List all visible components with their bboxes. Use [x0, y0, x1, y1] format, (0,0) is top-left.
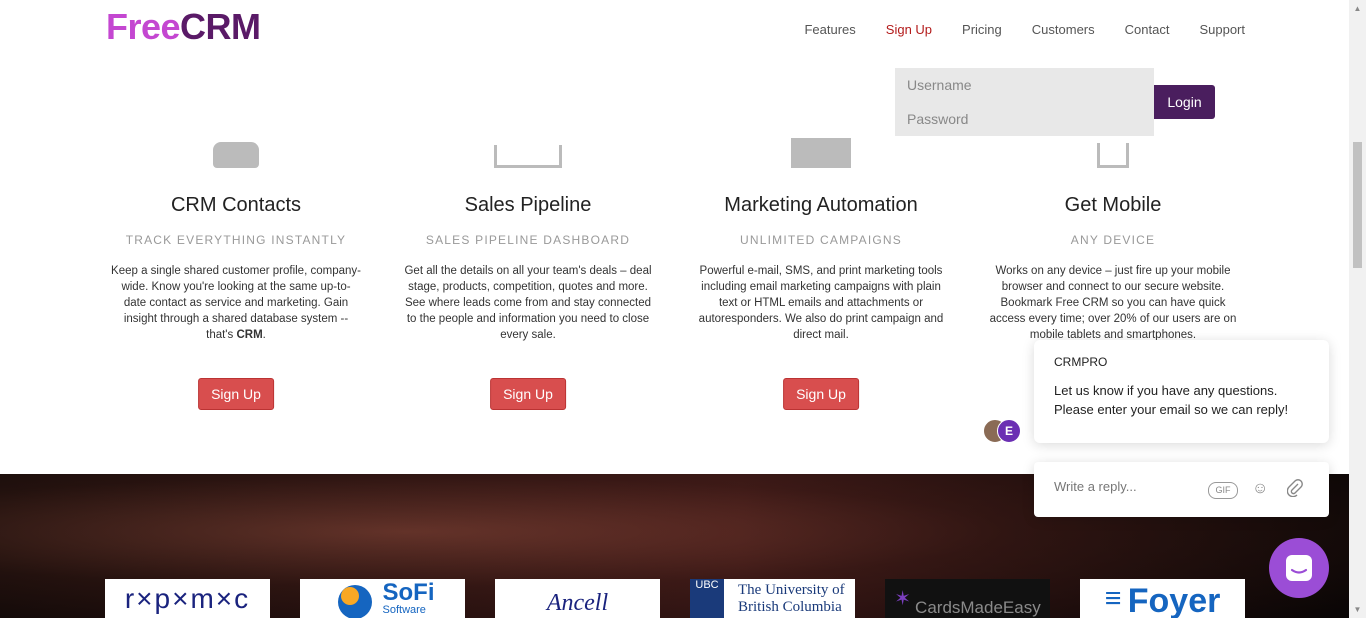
customer-logo-cardsmadeeasy: ✶ CardsMadeEasy: [885, 579, 1050, 618]
emoji-icon[interactable]: ☺: [1252, 480, 1268, 498]
contacts-icon: [111, 130, 361, 168]
chat-icon: [1286, 555, 1312, 581]
feature-subtitle: ANY DEVICE: [1070, 233, 1156, 247]
nav-contact[interactable]: Contact: [1125, 22, 1170, 37]
nav-customers[interactable]: Customers: [1032, 22, 1095, 37]
customer-logo-ubc: UBC The University of British Columbia: [690, 579, 855, 618]
scrollbar-thumb[interactable]: [1353, 142, 1362, 268]
nav-pricing[interactable]: Pricing: [962, 22, 1002, 37]
feature-title: CRM Contacts: [170, 194, 302, 216]
sofi-globe-icon: [337, 584, 372, 618]
logo-free: Free: [106, 6, 181, 47]
feature-subtitle: TRACK EVERYTHING INSTANTLY: [125, 233, 347, 247]
freecrm-logo[interactable]: FreeCRM: [106, 6, 261, 48]
chat-sender: CRMPRO: [1054, 355, 1108, 369]
feature-sales-pipeline: Sales Pipeline SALES PIPELINE DASHBOARD …: [403, 130, 653, 410]
pipeline-icon: [403, 130, 653, 168]
feature-description: Keep a single shared customer profile, c…: [111, 265, 361, 341]
sign-up-button[interactable]: Sign Up: [783, 378, 859, 410]
feature-get-mobile: Get Mobile ANY DEVICE Works on any devic…: [988, 130, 1238, 343]
gif-button[interactable]: GIF: [1208, 482, 1238, 499]
feature-subtitle: SALES PIPELINE DASHBOARD: [425, 233, 631, 247]
feature-description: Works on any device – just fire up your …: [989, 265, 1237, 341]
customer-logo-ancell: Ancell: [495, 579, 660, 618]
customer-logo-rpmc: r×p×m×c: [105, 579, 270, 618]
feature-title: Sales Pipeline: [464, 194, 592, 216]
login-form: [895, 68, 1154, 136]
logo-crm: CRM: [180, 6, 261, 47]
scroll-up-icon[interactable]: ▲: [1349, 0, 1366, 17]
avatar: E: [997, 419, 1021, 443]
nav-support[interactable]: Support: [1199, 22, 1245, 37]
feature-title: Marketing Automation: [724, 194, 918, 216]
customer-logo-sofi: SoFi Software: [300, 579, 465, 618]
chat-message: Let us know if you have any questions. P…: [1054, 383, 1289, 417]
page-scrollbar[interactable]: ▲ ▼: [1349, 0, 1366, 618]
sign-up-button[interactable]: Sign Up: [490, 378, 566, 410]
feature-title: Get Mobile: [1064, 194, 1162, 216]
login-button[interactable]: Login: [1154, 85, 1215, 119]
chat-reply-input[interactable]: [1052, 478, 1206, 495]
feature-marketing-automation: Marketing Automation UNLIMITED CAMPAIGNS…: [696, 130, 946, 410]
envelope-icon: [696, 130, 946, 168]
main-nav: Features Sign Up Pricing Customers Conta…: [774, 22, 1245, 37]
username-input[interactable]: [895, 68, 1147, 102]
nav-features[interactable]: Features: [804, 22, 855, 37]
chat-launcher-button[interactable]: [1269, 538, 1329, 598]
nav-sign-up[interactable]: Sign Up: [886, 22, 932, 37]
feature-description: Get all the details on all your team's d…: [404, 265, 652, 341]
feature-crm-contacts: CRM Contacts TRACK EVERYTHING INSTANTLY …: [111, 130, 361, 410]
sign-up-button[interactable]: Sign Up: [198, 378, 274, 410]
feature-description: Powerful e-mail, SMS, and print marketin…: [698, 265, 944, 341]
customer-logo-foyer: ≡ Foyer: [1080, 579, 1245, 618]
scroll-down-icon[interactable]: ▼: [1349, 601, 1366, 618]
attachment-icon[interactable]: [1286, 479, 1303, 502]
chat-message-card[interactable]: CRMPRO Let us know if you have any quest…: [1034, 340, 1329, 443]
chat-reply-box: GIF ☺: [1034, 462, 1329, 517]
feature-subtitle: UNLIMITED CAMPAIGNS: [740, 233, 902, 247]
mobile-icon: [988, 130, 1238, 168]
page: FreeCRM Features Sign Up Pricing Custome…: [0, 0, 1349, 618]
